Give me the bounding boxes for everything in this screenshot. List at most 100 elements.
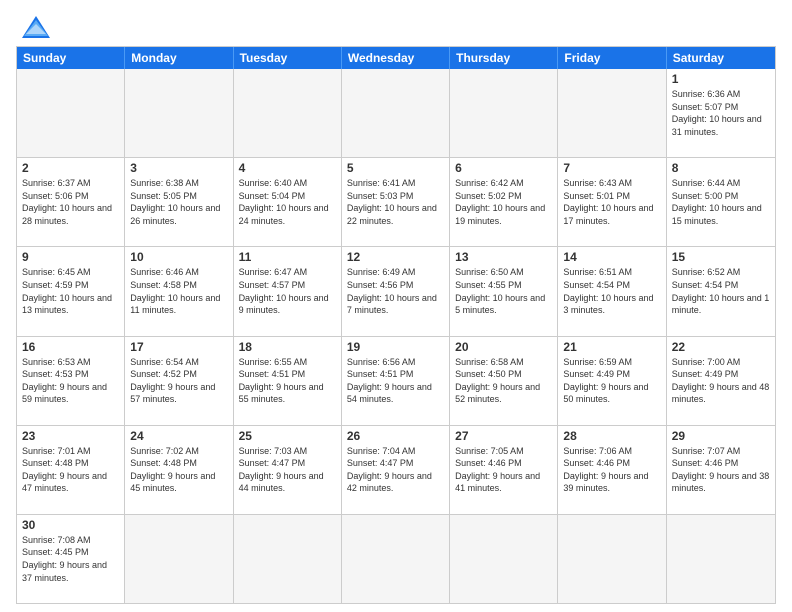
calendar-cell [450, 515, 558, 603]
day-info: Sunrise: 6:49 AM Sunset: 4:56 PM Dayligh… [347, 266, 444, 316]
logo-icon [22, 16, 50, 38]
day-number: 7 [563, 161, 660, 175]
day-number: 20 [455, 340, 552, 354]
day-info: Sunrise: 7:07 AM Sunset: 4:46 PM Dayligh… [672, 445, 770, 495]
day-number: 21 [563, 340, 660, 354]
calendar-cell: 8 Sunrise: 6:44 AM Sunset: 5:00 PM Daylig… [667, 158, 775, 246]
day-info: Sunrise: 6:53 AM Sunset: 4:53 PM Dayligh… [22, 356, 119, 406]
day-number: 2 [22, 161, 119, 175]
day-number: 8 [672, 161, 770, 175]
day-number: 10 [130, 250, 227, 264]
calendar-cell [667, 515, 775, 603]
day-info: Sunrise: 6:50 AM Sunset: 4:55 PM Dayligh… [455, 266, 552, 316]
day-number: 16 [22, 340, 119, 354]
day-info: Sunrise: 7:06 AM Sunset: 4:46 PM Dayligh… [563, 445, 660, 495]
calendar: SundayMondayTuesdayWednesdayThursdayFrid… [16, 46, 776, 604]
header-day-monday: Monday [125, 47, 233, 69]
calendar-body: 1Sunrise: 6:36 AM Sunset: 5:07 PM Daylig… [17, 69, 775, 603]
day-info: Sunrise: 7:04 AM Sunset: 4:47 PM Dayligh… [347, 445, 444, 495]
calendar-cell: 20 Sunrise: 6:58 AM Sunset: 4:50 PM Dayli… [450, 337, 558, 425]
calendar-cell: 5 Sunrise: 6:41 AM Sunset: 5:03 PM Daylig… [342, 158, 450, 246]
calendar-cell [450, 69, 558, 157]
day-info: Sunrise: 7:00 AM Sunset: 4:49 PM Dayligh… [672, 356, 770, 406]
calendar-cell: 28Sunrise: 7:06 AM Sunset: 4:46 PM Dayli… [558, 426, 666, 514]
day-number: 12 [347, 250, 444, 264]
calendar-cell: 3 Sunrise: 6:38 AM Sunset: 5:05 PM Daylig… [125, 158, 233, 246]
day-info: Sunrise: 6:41 AM Sunset: 5:03 PM Dayligh… [347, 177, 444, 227]
calendar-cell [234, 69, 342, 157]
page: SundayMondayTuesdayWednesdayThursdayFrid… [0, 0, 792, 612]
calendar-row-5: 30Sunrise: 7:08 AM Sunset: 4:45 PM Dayli… [17, 515, 775, 603]
calendar-cell: 29 Sunrise: 7:07 AM Sunset: 4:46 PM Dayli… [667, 426, 775, 514]
header-day-sunday: Sunday [17, 47, 125, 69]
day-number: 19 [347, 340, 444, 354]
calendar-cell: 22 Sunrise: 7:00 AM Sunset: 4:49 PM Dayli… [667, 337, 775, 425]
day-number: 26 [347, 429, 444, 443]
day-info: Sunrise: 6:58 AM Sunset: 4:50 PM Dayligh… [455, 356, 552, 406]
calendar-cell: 21 Sunrise: 6:59 AM Sunset: 4:49 PM Dayli… [558, 337, 666, 425]
day-number: 23 [22, 429, 119, 443]
day-number: 4 [239, 161, 336, 175]
calendar-cell [342, 69, 450, 157]
day-info: Sunrise: 7:03 AM Sunset: 4:47 PM Dayligh… [239, 445, 336, 495]
calendar-cell [17, 69, 125, 157]
calendar-cell: 18 Sunrise: 6:55 AM Sunset: 4:51 PM Dayli… [234, 337, 342, 425]
header [16, 16, 776, 38]
day-number: 27 [455, 429, 552, 443]
calendar-cell: 25Sunrise: 7:03 AM Sunset: 4:47 PM Dayli… [234, 426, 342, 514]
header-day-saturday: Saturday [667, 47, 775, 69]
calendar-row-4: 23Sunrise: 7:01 AM Sunset: 4:48 PM Dayli… [17, 426, 775, 515]
day-info: Sunrise: 6:55 AM Sunset: 4:51 PM Dayligh… [239, 356, 336, 406]
calendar-cell [558, 69, 666, 157]
day-info: Sunrise: 7:02 AM Sunset: 4:48 PM Dayligh… [130, 445, 227, 495]
day-number: 11 [239, 250, 336, 264]
calendar-cell: 6 Sunrise: 6:42 AM Sunset: 5:02 PM Daylig… [450, 158, 558, 246]
day-number: 3 [130, 161, 227, 175]
day-number: 17 [130, 340, 227, 354]
day-number: 13 [455, 250, 552, 264]
calendar-cell [125, 515, 233, 603]
day-info: Sunrise: 6:56 AM Sunset: 4:51 PM Dayligh… [347, 356, 444, 406]
calendar-cell [125, 69, 233, 157]
calendar-cell: 13 Sunrise: 6:50 AM Sunset: 4:55 PM Dayli… [450, 247, 558, 335]
calendar-cell: 15 Sunrise: 6:52 AM Sunset: 4:54 PM Dayli… [667, 247, 775, 335]
calendar-cell: 23Sunrise: 7:01 AM Sunset: 4:48 PM Dayli… [17, 426, 125, 514]
calendar-cell: 11Sunrise: 6:47 AM Sunset: 4:57 PM Dayli… [234, 247, 342, 335]
day-info: Sunrise: 6:38 AM Sunset: 5:05 PM Dayligh… [130, 177, 227, 227]
day-info: Sunrise: 6:42 AM Sunset: 5:02 PM Dayligh… [455, 177, 552, 227]
header-day-friday: Friday [558, 47, 666, 69]
calendar-cell: 30Sunrise: 7:08 AM Sunset: 4:45 PM Dayli… [17, 515, 125, 603]
day-info: Sunrise: 6:52 AM Sunset: 4:54 PM Dayligh… [672, 266, 770, 316]
day-info: Sunrise: 6:59 AM Sunset: 4:49 PM Dayligh… [563, 356, 660, 406]
calendar-cell [558, 515, 666, 603]
day-number: 15 [672, 250, 770, 264]
calendar-cell: 9Sunrise: 6:45 AM Sunset: 4:59 PM Daylig… [17, 247, 125, 335]
day-info: Sunrise: 7:08 AM Sunset: 4:45 PM Dayligh… [22, 534, 119, 584]
calendar-cell: 1Sunrise: 6:36 AM Sunset: 5:07 PM Daylig… [667, 69, 775, 157]
day-number: 22 [672, 340, 770, 354]
calendar-cell: 19 Sunrise: 6:56 AM Sunset: 4:51 PM Dayli… [342, 337, 450, 425]
calendar-cell: 24 Sunrise: 7:02 AM Sunset: 4:48 PM Dayli… [125, 426, 233, 514]
calendar-cell: 10 Sunrise: 6:46 AM Sunset: 4:58 PM Dayli… [125, 247, 233, 335]
calendar-cell: 2Sunrise: 6:37 AM Sunset: 5:06 PM Daylig… [17, 158, 125, 246]
day-info: Sunrise: 6:46 AM Sunset: 4:58 PM Dayligh… [130, 266, 227, 316]
calendar-cell: 26 Sunrise: 7:04 AM Sunset: 4:47 PM Dayli… [342, 426, 450, 514]
calendar-cell: 16 Sunrise: 6:53 AM Sunset: 4:53 PM Dayli… [17, 337, 125, 425]
day-number: 18 [239, 340, 336, 354]
logo [16, 16, 50, 38]
calendar-cell [234, 515, 342, 603]
day-number: 5 [347, 161, 444, 175]
day-number: 14 [563, 250, 660, 264]
day-number: 29 [672, 429, 770, 443]
day-info: Sunrise: 6:36 AM Sunset: 5:07 PM Dayligh… [672, 88, 770, 138]
calendar-cell [342, 515, 450, 603]
header-day-thursday: Thursday [450, 47, 558, 69]
day-info: Sunrise: 7:05 AM Sunset: 4:46 PM Dayligh… [455, 445, 552, 495]
day-number: 6 [455, 161, 552, 175]
calendar-row-3: 16 Sunrise: 6:53 AM Sunset: 4:53 PM Dayli… [17, 337, 775, 426]
day-number: 24 [130, 429, 227, 443]
calendar-row-0: 1Sunrise: 6:36 AM Sunset: 5:07 PM Daylig… [17, 69, 775, 158]
day-info: Sunrise: 6:40 AM Sunset: 5:04 PM Dayligh… [239, 177, 336, 227]
calendar-cell: 7Sunrise: 6:43 AM Sunset: 5:01 PM Daylig… [558, 158, 666, 246]
day-info: Sunrise: 6:44 AM Sunset: 5:00 PM Dayligh… [672, 177, 770, 227]
